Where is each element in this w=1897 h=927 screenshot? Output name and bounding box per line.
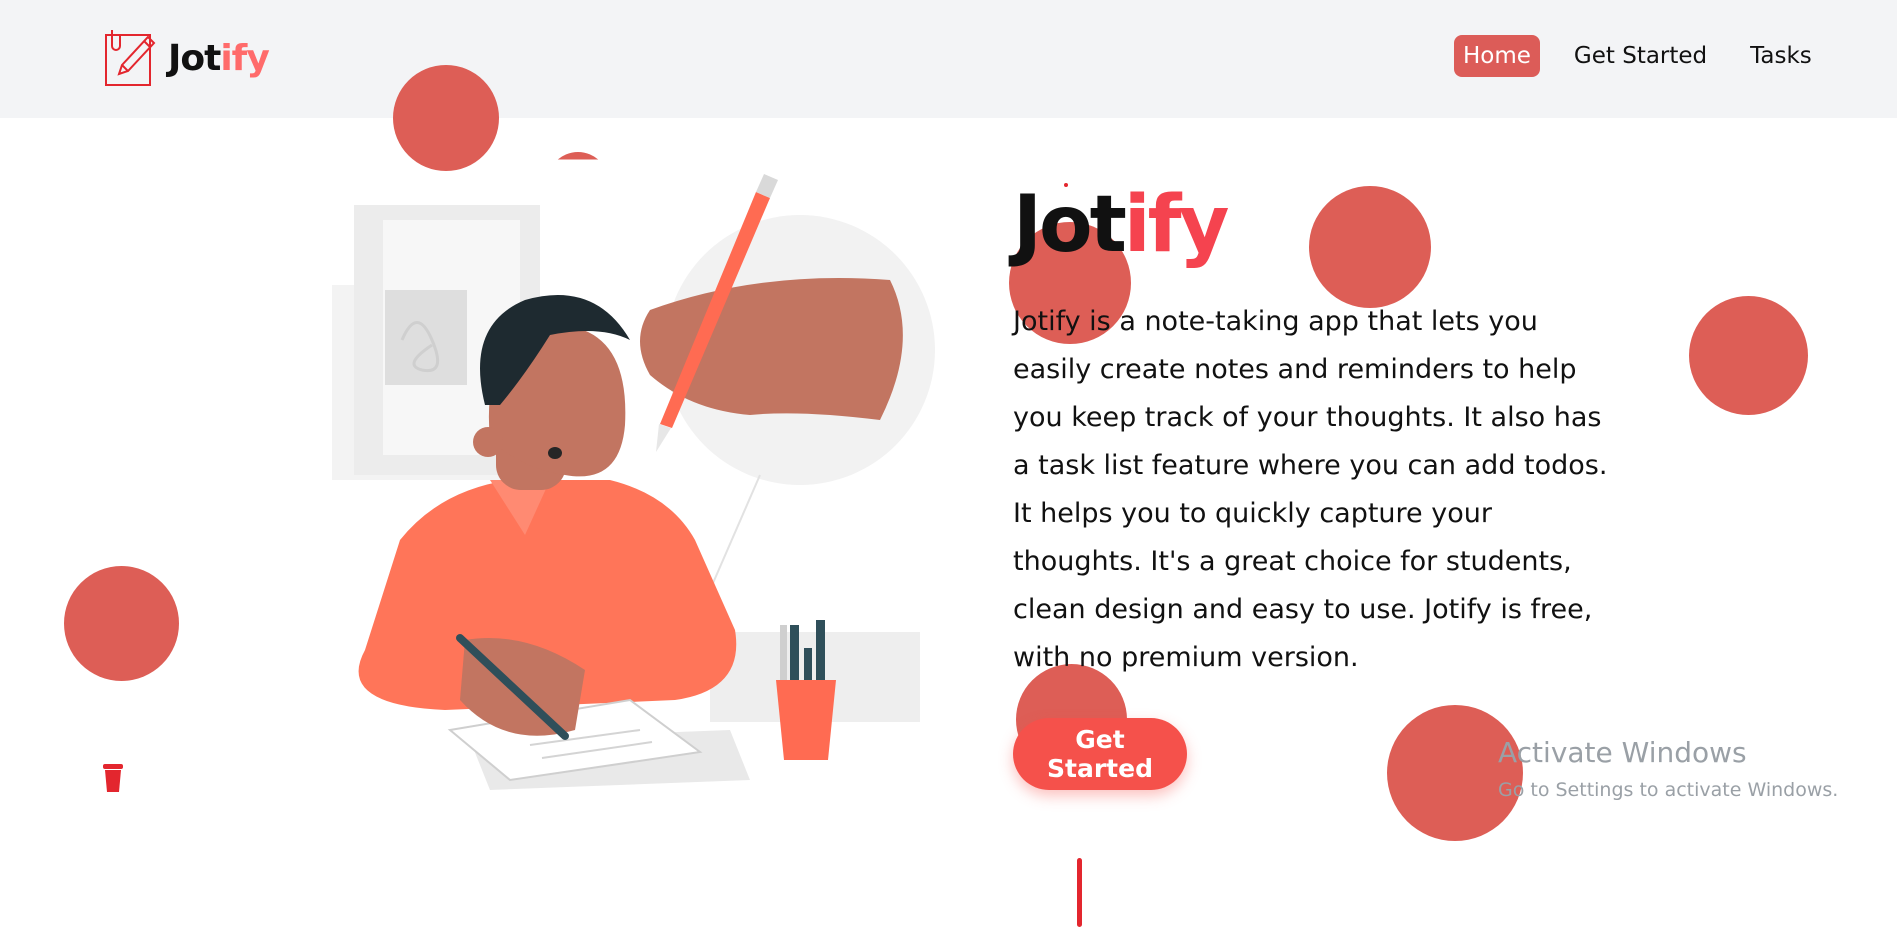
navbar: Jotify Home Get Started Tasks (0, 0, 1897, 118)
nav-links: Home Get Started Tasks (1454, 35, 1846, 77)
nav-get-started-link[interactable]: Get Started (1565, 35, 1716, 77)
activate-windows-subtitle: Go to Settings to activate Windows. (1498, 779, 1839, 801)
activate-windows-watermark: Activate Windows Go to Settings to activ… (1498, 736, 1838, 801)
notepad-pencil-icon (105, 30, 156, 86)
cup-icon (103, 764, 123, 792)
scroll-indicator (1077, 858, 1082, 927)
nav-home-link[interactable]: Home (1454, 35, 1540, 77)
decor-circle (393, 65, 499, 171)
decor-circle (64, 566, 179, 681)
brand-name: Jotify (168, 37, 270, 79)
get-started-button[interactable]: Get Started (1013, 718, 1187, 790)
hero-description: Jotify is a note-taking app that lets yo… (1013, 306, 1608, 673)
decor-circle (1309, 186, 1431, 308)
hero-title-part2: ify (1123, 180, 1230, 270)
brand-name-part1: Jot (168, 37, 221, 79)
hero-title-part1: Jot (1013, 180, 1127, 270)
brand[interactable]: Jotify (104, 27, 270, 89)
brand-name-part2: ify (220, 37, 269, 79)
hero-title: Jotify (1013, 180, 1230, 270)
nav-tasks-link[interactable]: Tasks (1741, 35, 1821, 77)
person-writing-notes-illustration (332, 174, 935, 790)
activate-windows-title: Activate Windows (1498, 736, 1747, 769)
decor-circle (1689, 296, 1808, 415)
